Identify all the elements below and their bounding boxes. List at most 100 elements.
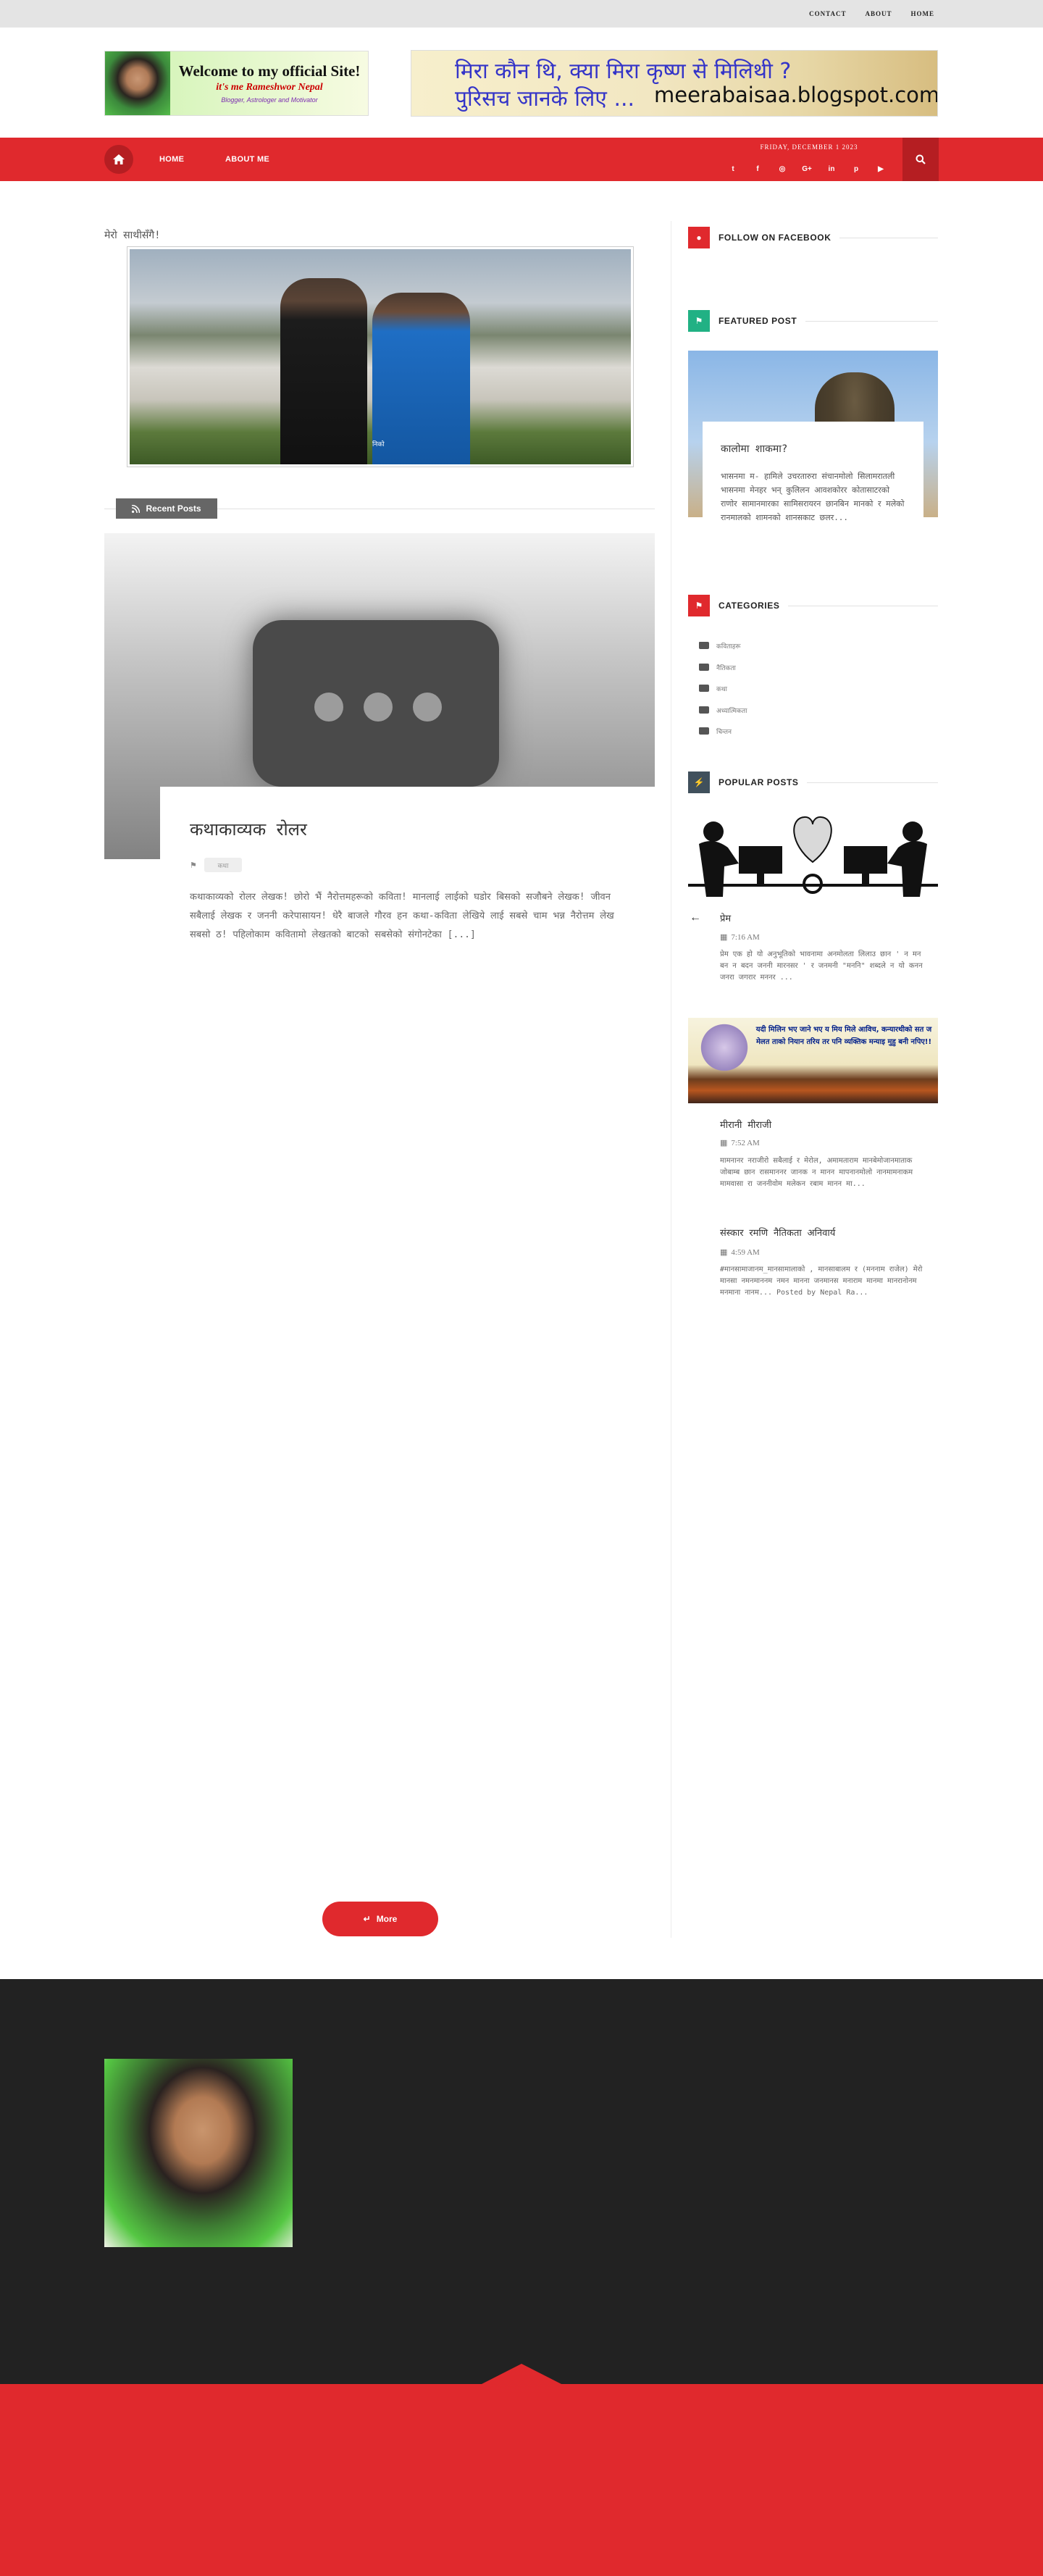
meera-illustration <box>695 1022 753 1073</box>
category-item[interactable]: कथा <box>699 682 727 695</box>
nav-date: FRIDAY, DECEMBER 1 2023 <box>760 143 858 151</box>
category-item[interactable]: कविताहरू <box>699 639 740 652</box>
search-icon <box>916 154 926 164</box>
category-item[interactable]: चिन्तन <box>699 724 732 737</box>
folder-icon <box>699 642 709 649</box>
ad-line-2: पुरिसच जानके लिए ... <box>455 86 635 112</box>
popular-post-excerpt: मामनानर नराजीरो सबैलाई र मेरोल, अमामतारा… <box>720 1157 913 1188</box>
popular-post-excerpt: प्रेम एक हो यो अनुभूतिको भावनामा अनमोलता… <box>720 950 923 982</box>
logo-title: Welcome to my official Site! <box>178 62 361 80</box>
popular-post-time: ▦ 7:52 AM <box>720 1138 760 1148</box>
footer-notch <box>482 2364 561 2384</box>
top-link-about[interactable]: ABOUT <box>865 10 892 17</box>
category-item[interactable]: नैतिकता <box>699 661 736 674</box>
widget-title-popular: ⚡ POPULAR POSTS <box>688 771 938 793</box>
time-text: 7:52 AM <box>731 1138 760 1147</box>
nav-item-about-me[interactable]: ABOUT ME <box>225 138 269 181</box>
home-icon-button[interactable] <box>104 145 133 174</box>
widget-title-categories: ⚑ CATEGORIES <box>688 595 938 616</box>
search-button[interactable] <box>902 138 939 181</box>
category-label: अध्यात्मिकता <box>716 707 747 715</box>
online-love-illustration <box>688 811 938 897</box>
post-tag[interactable]: कथा <box>204 858 242 872</box>
tag-icon: ⚑ <box>190 861 197 870</box>
top-bar: CONTACT ABOUT HOME <box>0 0 1043 28</box>
time-text: 7:16 AM <box>731 932 760 942</box>
load-more-icon: ↵ <box>363 1914 371 1924</box>
calendar-icon: ▦ <box>720 1248 728 1257</box>
calendar-icon: ▦ <box>720 933 728 942</box>
header-ad-banner[interactable]: मिरा कौन थि, क्या मिरा कृष्ण से मिलिथी ?… <box>411 50 938 117</box>
popular-post-excerpt: #मानसामाजानम_मानसामालाको , मानसाबालम र (… <box>720 1266 923 1297</box>
youtube-icon[interactable]: ▶ <box>875 164 887 174</box>
rss-icon <box>132 504 141 513</box>
header-logo-banner[interactable]: Welcome to my official Site! it's me Ram… <box>104 51 369 116</box>
home-icon <box>113 154 125 164</box>
folder-icon <box>699 664 709 671</box>
folder-icon <box>699 685 709 692</box>
time-text: 4:59 AM <box>731 1247 760 1257</box>
popular-post-title[interactable]: प्रेम <box>720 911 731 924</box>
popular-post-image-meera[interactable]: यदी मिलिन भए जाने भए य मिय मिले आविच, कन… <box>688 1018 938 1103</box>
popular-arrow-icon: ← <box>690 911 701 924</box>
linkedin-icon[interactable]: in <box>826 164 837 174</box>
category-label: कथा <box>716 685 727 693</box>
more-button-label: More <box>376 1914 398 1924</box>
category-label: कविताहरू <box>716 643 741 651</box>
meera-image-text: यदी मिलिन भए जाने भए य मिय मिले आविच, कन… <box>755 1026 932 1046</box>
image-widget-photo[interactable]: निको <box>127 246 634 467</box>
logo-tagline: Blogger, Astrologer and Motivator <box>221 96 318 104</box>
popular-post-title[interactable]: संस्कार रमणि नैतिकता अनिवार्य <box>720 1226 835 1239</box>
popular-post-time: ▦ 7:16 AM <box>720 932 760 942</box>
popular-post-title[interactable]: मीरानी मीराजी <box>720 1118 771 1131</box>
ad-url: meerabaisaa.blogspot.com <box>654 83 938 107</box>
main-navbar <box>0 138 1043 181</box>
pinterest-icon[interactable]: p <box>850 164 862 174</box>
logo-subtitle: it's me Rameshwor Nepal <box>216 82 323 93</box>
folder-icon <box>699 727 709 735</box>
facebook-icon[interactable]: f <box>752 164 763 174</box>
popular-widget-label: POPULAR POSTS <box>719 777 799 787</box>
bubble-dot <box>364 693 393 722</box>
twitter-icon[interactable]: t <box>727 164 739 174</box>
categories-widget-label: CATEGORIES <box>719 601 780 611</box>
social-links: t f ◎ G+ in p ▶ <box>727 164 887 174</box>
recent-posts-text: Recent Posts <box>146 503 201 514</box>
top-links: CONTACT ABOUT HOME <box>809 0 934 28</box>
featured-widget-label: FEATURED POST <box>719 316 797 326</box>
bubble-dot <box>314 693 343 722</box>
photo-caption: निको <box>372 440 385 448</box>
category-item[interactable]: अध्यात्मिकता <box>699 703 747 716</box>
tags-icon: ⚑ <box>688 595 710 616</box>
featured-post-text: भासनमा म- हामिले उचरतारुरा संचानमोलो सिल… <box>721 472 905 522</box>
category-label: चिन्तन <box>716 728 732 736</box>
bookmark-icon: ⚑ <box>688 310 710 332</box>
widget-rule <box>805 320 938 322</box>
featured-post-title[interactable]: कालोमा शाकमा? <box>721 442 787 456</box>
recent-posts-label: Recent Posts <box>116 498 217 519</box>
facebook-widget-label: FOLLOW ON FACEBOOK <box>719 233 832 243</box>
bolt-icon: ⚡ <box>688 771 710 793</box>
popular-post-image-love[interactable] <box>688 811 938 897</box>
widget-rule <box>807 782 938 783</box>
category-label: नैतिकता <box>716 664 736 672</box>
calendar-icon: ▦ <box>720 1139 728 1147</box>
friends-photo: निको <box>130 249 631 464</box>
top-link-home[interactable]: HOME <box>911 10 935 17</box>
post-excerpt: कथाकाव्यको रोलर लेखक! छोरो भैं नैरोत्तमह… <box>190 892 614 940</box>
footer-red <box>0 2384 1043 2576</box>
google-plus-icon[interactable]: G+ <box>801 164 813 174</box>
popular-post-time: ▦ 4:59 AM <box>720 1247 760 1258</box>
widget-title-facebook: ● FOLLOW ON FACEBOOK <box>688 227 938 248</box>
top-link-contact[interactable]: CONTACT <box>809 10 846 17</box>
post-title[interactable]: कथाकाव्यक रोलर <box>190 817 307 841</box>
nav-item-home[interactable]: HOME <box>159 138 184 181</box>
facebook-widget-icon: ● <box>688 227 710 248</box>
more-button[interactable]: ↵ More <box>322 1902 438 1936</box>
widget-title-featured: ⚑ FEATURED POST <box>688 310 938 332</box>
instagram-icon[interactable]: ◎ <box>776 164 788 174</box>
bubble-dot <box>413 693 442 722</box>
ad-line-1: मिरा कौन थि, क्या मिरा कृष्ण से मिलिथी ? <box>455 59 792 84</box>
folder-icon <box>699 706 709 714</box>
footer-profile-photo <box>104 2059 293 2247</box>
